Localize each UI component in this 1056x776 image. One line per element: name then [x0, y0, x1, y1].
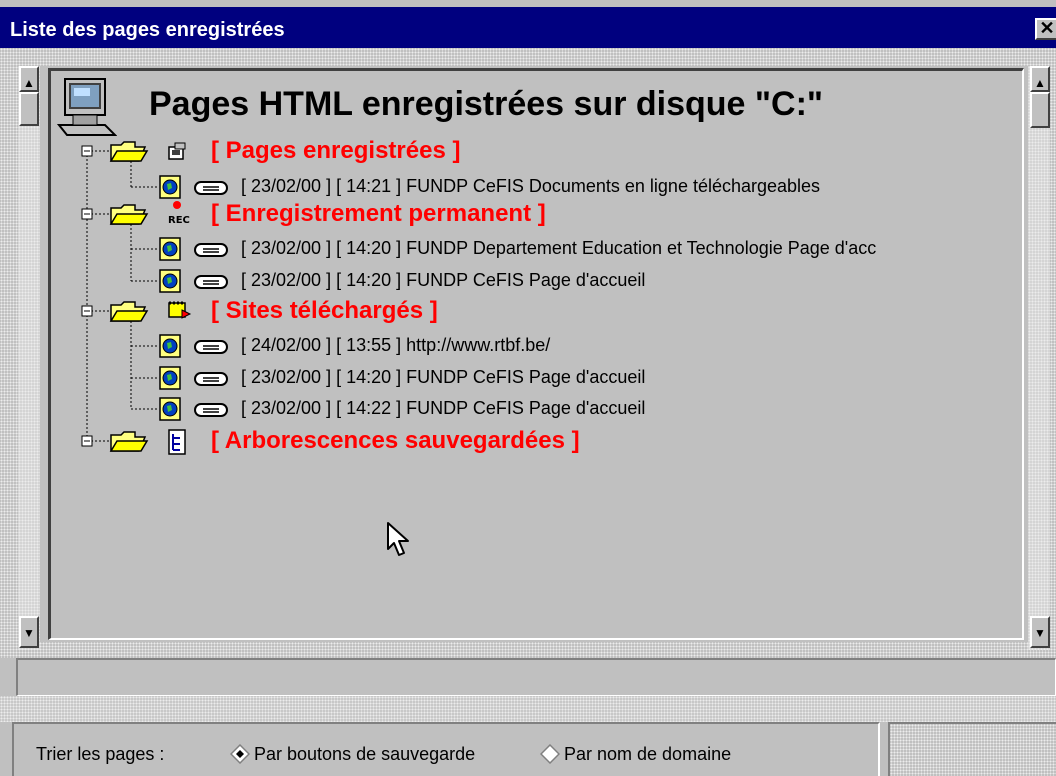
right-scroll-down-button[interactable]: ▼ [1030, 616, 1050, 648]
status-bar [16, 658, 1056, 696]
page-date: [ 23/02/00 ] [241, 238, 332, 258]
left-scrollbar[interactable] [18, 66, 40, 650]
page-item[interactable]: [ 23/02/00 ] [ 14:22 ] FUNDP CeFIS Page … [241, 398, 645, 419]
page-date: [ 23/02/00 ] [241, 367, 332, 387]
right-scrollbar[interactable] [1028, 66, 1050, 650]
disk-drive-icon [194, 181, 228, 195]
radio-par-nom-icon[interactable] [540, 744, 560, 764]
arrow-down-icon: ▼ [23, 626, 35, 640]
sort-options-group: Trier les pages : Par boutons de sauvega… [12, 722, 880, 776]
left-scroll-down-button[interactable]: ▼ [19, 616, 39, 648]
html-page-icon [159, 334, 181, 358]
disk-drive-icon [194, 340, 228, 354]
page-date: [ 23/02/00 ] [241, 398, 332, 418]
page-time: [ 14:21 ] [336, 176, 402, 196]
frame-right [1050, 48, 1056, 658]
pages-tree-panel[interactable]: Pages HTML enregistrées sur disque "C:" [48, 68, 1024, 640]
folder-open-icon [109, 141, 149, 162]
download-sites-icon [168, 301, 192, 319]
arrow-up-icon: ▲ [23, 76, 35, 90]
html-page-icon [159, 397, 181, 421]
arrow-down-icon: ▼ [1034, 626, 1046, 640]
page-title: http://www.rtbf.be/ [406, 335, 551, 355]
page-item[interactable]: [ 24/02/00 ] [ 13:55 ] http://www.rtbf.b… [241, 335, 550, 356]
right-bottom-panel [888, 722, 1056, 776]
sort-option-par-nom[interactable]: Par nom de domaine [564, 744, 731, 765]
frame-left [0, 48, 18, 658]
page-title: FUNDP CeFIS Page d'accueil [406, 367, 646, 387]
html-page-icon [159, 237, 181, 261]
rec-icon-text: REC [168, 215, 190, 226]
html-page-icon [159, 269, 181, 293]
folder-label-sites-telecharges[interactable]: [ Sites téléchargés ] [211, 297, 438, 325]
sort-option-par-boutons[interactable]: Par boutons de sauvegarde [254, 744, 475, 765]
close-button[interactable]: ✕ [1035, 18, 1056, 40]
right-scroll-thumb[interactable] [1030, 92, 1050, 128]
sort-label: Trier les pages : [36, 744, 165, 764]
left-scroll-thumb[interactable] [19, 92, 39, 126]
folder-label-arborescences-sauvegardees[interactable]: [ Arborescences sauvegardées ] [211, 427, 580, 455]
window-title-bar: Liste des pages enregistrées ✕ [0, 7, 1056, 48]
folder-open-icon [109, 204, 149, 225]
page-time: [ 14:20 ] [336, 367, 402, 387]
save-pages-icon [168, 142, 186, 160]
page-item[interactable]: [ 23/02/00 ] [ 14:20 ] FUNDP CeFIS Page … [241, 270, 645, 291]
page-time: [ 14:20 ] [336, 238, 402, 258]
folder-label-enregistrement-permanent[interactable]: [ Enregistrement permanent ] [211, 200, 546, 228]
disk-drive-icon [194, 243, 228, 257]
disk-drive-icon [194, 372, 228, 386]
frame-top [0, 48, 1056, 66]
page-item[interactable]: [ 23/02/00 ] [ 14:20 ] FUNDP Departement… [241, 238, 876, 259]
page-title: FUNDP CeFIS Page d'accueil [406, 398, 646, 418]
tree-saved-icon [168, 429, 186, 455]
page-title: FUNDP CeFIS Documents en ligne télécharg… [406, 176, 821, 196]
disk-drive-icon [194, 275, 228, 289]
bottom-frame [0, 696, 1056, 722]
mouse-cursor-icon [387, 522, 409, 556]
frame-bottom [0, 642, 1056, 658]
close-icon: ✕ [1039, 18, 1055, 38]
page-item[interactable]: [ 23/02/00 ] [ 14:20 ] FUNDP CeFIS Page … [241, 367, 645, 388]
page-time: [ 13:55 ] [336, 335, 402, 355]
folder-open-icon [109, 301, 149, 322]
folder-open-icon [109, 431, 149, 452]
page-title: FUNDP CeFIS Page d'accueil [406, 270, 646, 290]
page-date: [ 23/02/00 ] [241, 270, 332, 290]
arrow-up-icon: ▲ [1034, 76, 1046, 90]
html-page-icon [159, 366, 181, 390]
left-scroll-up-button[interactable]: ▲ [19, 66, 39, 92]
page-time: [ 14:22 ] [336, 398, 402, 418]
page-title: FUNDP Departement Education et Technolog… [406, 238, 877, 258]
page-item[interactable]: [ 23/02/00 ] [ 14:21 ] FUNDP CeFIS Docum… [241, 176, 820, 197]
window-title: Liste des pages enregistrées [10, 19, 285, 41]
right-scroll-up-button[interactable]: ▲ [1030, 66, 1050, 92]
rec-icon: REC [168, 201, 190, 226]
page-date: [ 23/02/00 ] [241, 176, 332, 196]
disk-drive-icon [194, 403, 228, 417]
html-page-icon [159, 175, 181, 199]
page-time: [ 14:20 ] [336, 270, 402, 290]
folder-label-pages-enregistrees[interactable]: [ Pages enregistrées ] [211, 137, 460, 165]
page-date: [ 24/02/00 ] [241, 335, 332, 355]
radio-par-boutons-selected-icon[interactable] [230, 744, 250, 764]
